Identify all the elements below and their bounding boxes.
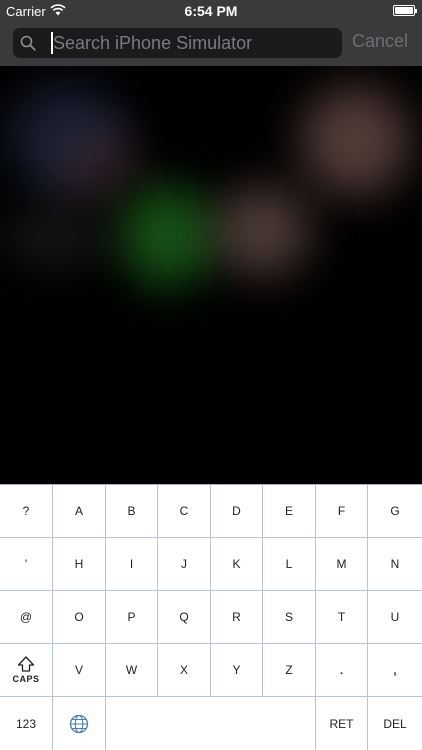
key-d[interactable]: D: [211, 485, 263, 538]
key-f[interactable]: F: [316, 485, 368, 538]
key-u[interactable]: U: [368, 591, 422, 644]
blurred-background: [0, 66, 422, 484]
delete-key[interactable]: DEL: [368, 697, 422, 750]
key-q[interactable]: Q: [158, 591, 211, 644]
status-time: 6:54 PM: [184, 3, 238, 19]
key-g[interactable]: G: [368, 485, 422, 538]
key-x[interactable]: X: [158, 644, 211, 697]
search-field[interactable]: [13, 28, 342, 58]
key-l[interactable]: L: [263, 538, 316, 591]
key-j[interactable]: J: [158, 538, 211, 591]
key-k[interactable]: K: [211, 538, 263, 591]
key-b[interactable]: B: [106, 485, 158, 538]
globe-icon: [69, 714, 89, 733]
key-c[interactable]: C: [158, 485, 211, 538]
key-apostrophe[interactable]: ': [0, 538, 53, 591]
return-key[interactable]: RET: [316, 697, 368, 750]
numbers-key[interactable]: 123: [0, 697, 53, 750]
key-question[interactable]: ?: [0, 485, 53, 538]
search-input[interactable]: [53, 29, 333, 57]
key-n[interactable]: N: [368, 538, 422, 591]
key-a[interactable]: A: [53, 485, 106, 538]
key-z[interactable]: Z: [263, 644, 316, 697]
key-y[interactable]: Y: [211, 644, 263, 697]
key-h[interactable]: H: [53, 538, 106, 591]
status-bar: Carrier 6:54 PM: [0, 0, 422, 22]
key-period[interactable]: .: [316, 644, 368, 697]
battery-icon: [393, 5, 417, 16]
space-key[interactable]: [106, 697, 316, 750]
key-o[interactable]: O: [53, 591, 106, 644]
globe-key[interactable]: [53, 697, 106, 750]
caps-key[interactable]: CAPS: [0, 644, 53, 697]
cancel-button[interactable]: Cancel: [352, 31, 408, 52]
key-at[interactable]: @: [0, 591, 53, 644]
key-i[interactable]: I: [106, 538, 158, 591]
keyboard: ? A B C D E F G ' H I J K L M N @ O P Q …: [0, 484, 422, 750]
key-s[interactable]: S: [263, 591, 316, 644]
key-m[interactable]: M: [316, 538, 368, 591]
key-t[interactable]: T: [316, 591, 368, 644]
key-w[interactable]: W: [106, 644, 158, 697]
key-e[interactable]: E: [263, 485, 316, 538]
caps-label: CAPS: [12, 674, 40, 684]
key-v[interactable]: V: [53, 644, 106, 697]
search-icon: [20, 35, 36, 51]
key-r[interactable]: R: [211, 591, 263, 644]
search-bar: Cancel: [0, 22, 422, 66]
key-comma[interactable]: ,: [368, 644, 422, 697]
key-p[interactable]: P: [106, 591, 158, 644]
shift-arrow-icon: [17, 656, 35, 672]
